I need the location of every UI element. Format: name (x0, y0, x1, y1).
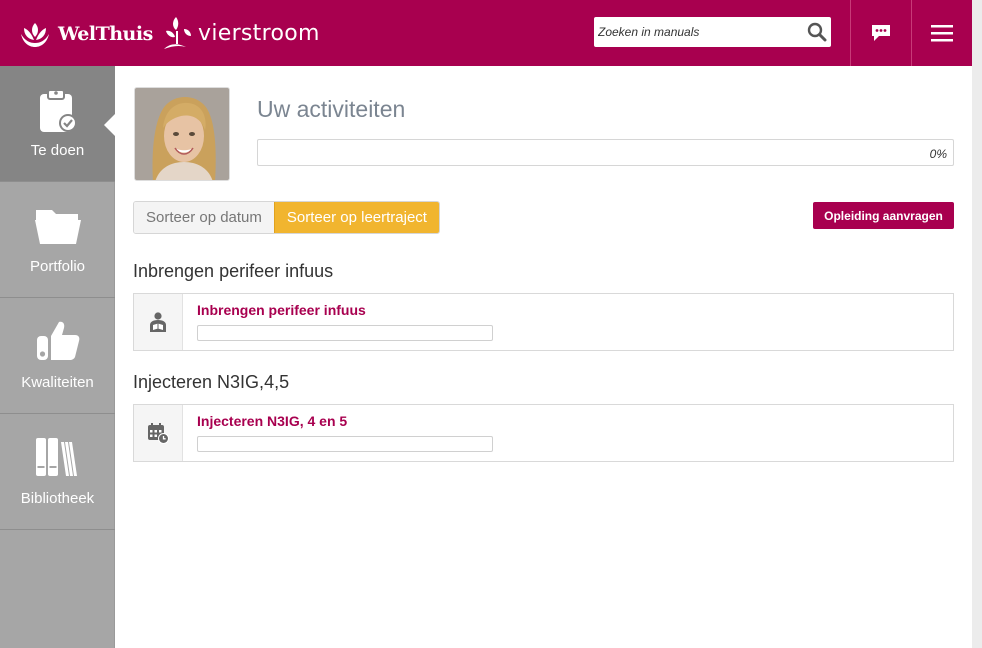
overall-progress-label: 0% (929, 147, 947, 161)
page-title: Uw activiteiten (257, 96, 406, 122)
vierstroom-logo[interactable]: vierstroom (162, 12, 320, 54)
sort-by-date-button[interactable]: Sorteer op datum (134, 202, 274, 233)
activity-card[interactable]: Injecteren N3IG, 4 en 5 (133, 404, 954, 462)
sort-toggle-group: Sorteer op datum Sorteer op leertraject (133, 201, 440, 234)
overall-progress-bar: 0% (257, 139, 954, 166)
sidebar-item-label: Kwaliteiten (21, 374, 94, 391)
search-icon[interactable] (807, 22, 827, 42)
activity-icon-box (134, 405, 183, 461)
section-title: Inbrengen perifeer infuus (133, 261, 334, 281)
activity-title[interactable]: Inbrengen perifeer infuus (197, 302, 366, 318)
sidebar-item-bibliotheek[interactable]: Bibliotheek (0, 414, 115, 530)
sort-by-track-button[interactable]: Sorteer op leertraject (273, 202, 439, 233)
sidebar-item-label: Te doen (30, 142, 85, 159)
activity-card[interactable]: Inbrengen perifeer infuus (133, 293, 954, 351)
activity-icon-box (134, 294, 183, 350)
person-reading-icon (150, 312, 166, 332)
vierstroom-logo-text: vierstroom (198, 20, 320, 46)
section-title: Injecteren N3IG,4,5 (133, 372, 290, 392)
vierstroom-sprout-icon (164, 17, 191, 49)
search-box (594, 17, 831, 47)
clipboard-check-icon (39, 89, 77, 132)
chat-icon (872, 25, 890, 41)
calendar-clock-icon (148, 423, 169, 444)
page-scrollbar-track (972, 0, 982, 648)
welthuis-logo[interactable]: WelThuis (18, 16, 153, 52)
sidebar: Te doen Portfolio Kwaliteiten Bibliothee… (0, 66, 115, 648)
search-input[interactable] (594, 17, 799, 47)
sidebar-item-portfolio[interactable]: Portfolio (0, 182, 115, 298)
welthuis-logo-text: WelThuis (58, 23, 153, 45)
request-training-button[interactable]: Opleiding aanvragen (813, 202, 954, 229)
top-header: WelThuis vierstroom (0, 0, 972, 66)
sidebar-item-label: Portfolio (29, 258, 86, 275)
folder-icon (34, 210, 81, 244)
active-item-pointer (104, 114, 115, 136)
hamburger-menu-icon (931, 25, 953, 42)
avatar[interactable] (134, 87, 230, 181)
sidebar-item-label: Bibliotheek (20, 490, 95, 507)
activity-progress-bar (197, 436, 493, 452)
welthuis-flower-icon (21, 23, 49, 47)
chat-button[interactable] (850, 0, 911, 66)
profile-photo (135, 88, 229, 180)
books-icon (35, 438, 77, 476)
thumbs-up-icon (36, 321, 79, 360)
sidebar-item-kwaliteiten[interactable]: Kwaliteiten (0, 298, 115, 414)
activity-title[interactable]: Injecteren N3IG, 4 en 5 (197, 413, 347, 429)
sidebar-item-te-doen[interactable]: Te doen (0, 66, 115, 182)
menu-button[interactable] (911, 0, 972, 66)
activity-progress-bar (197, 325, 493, 341)
